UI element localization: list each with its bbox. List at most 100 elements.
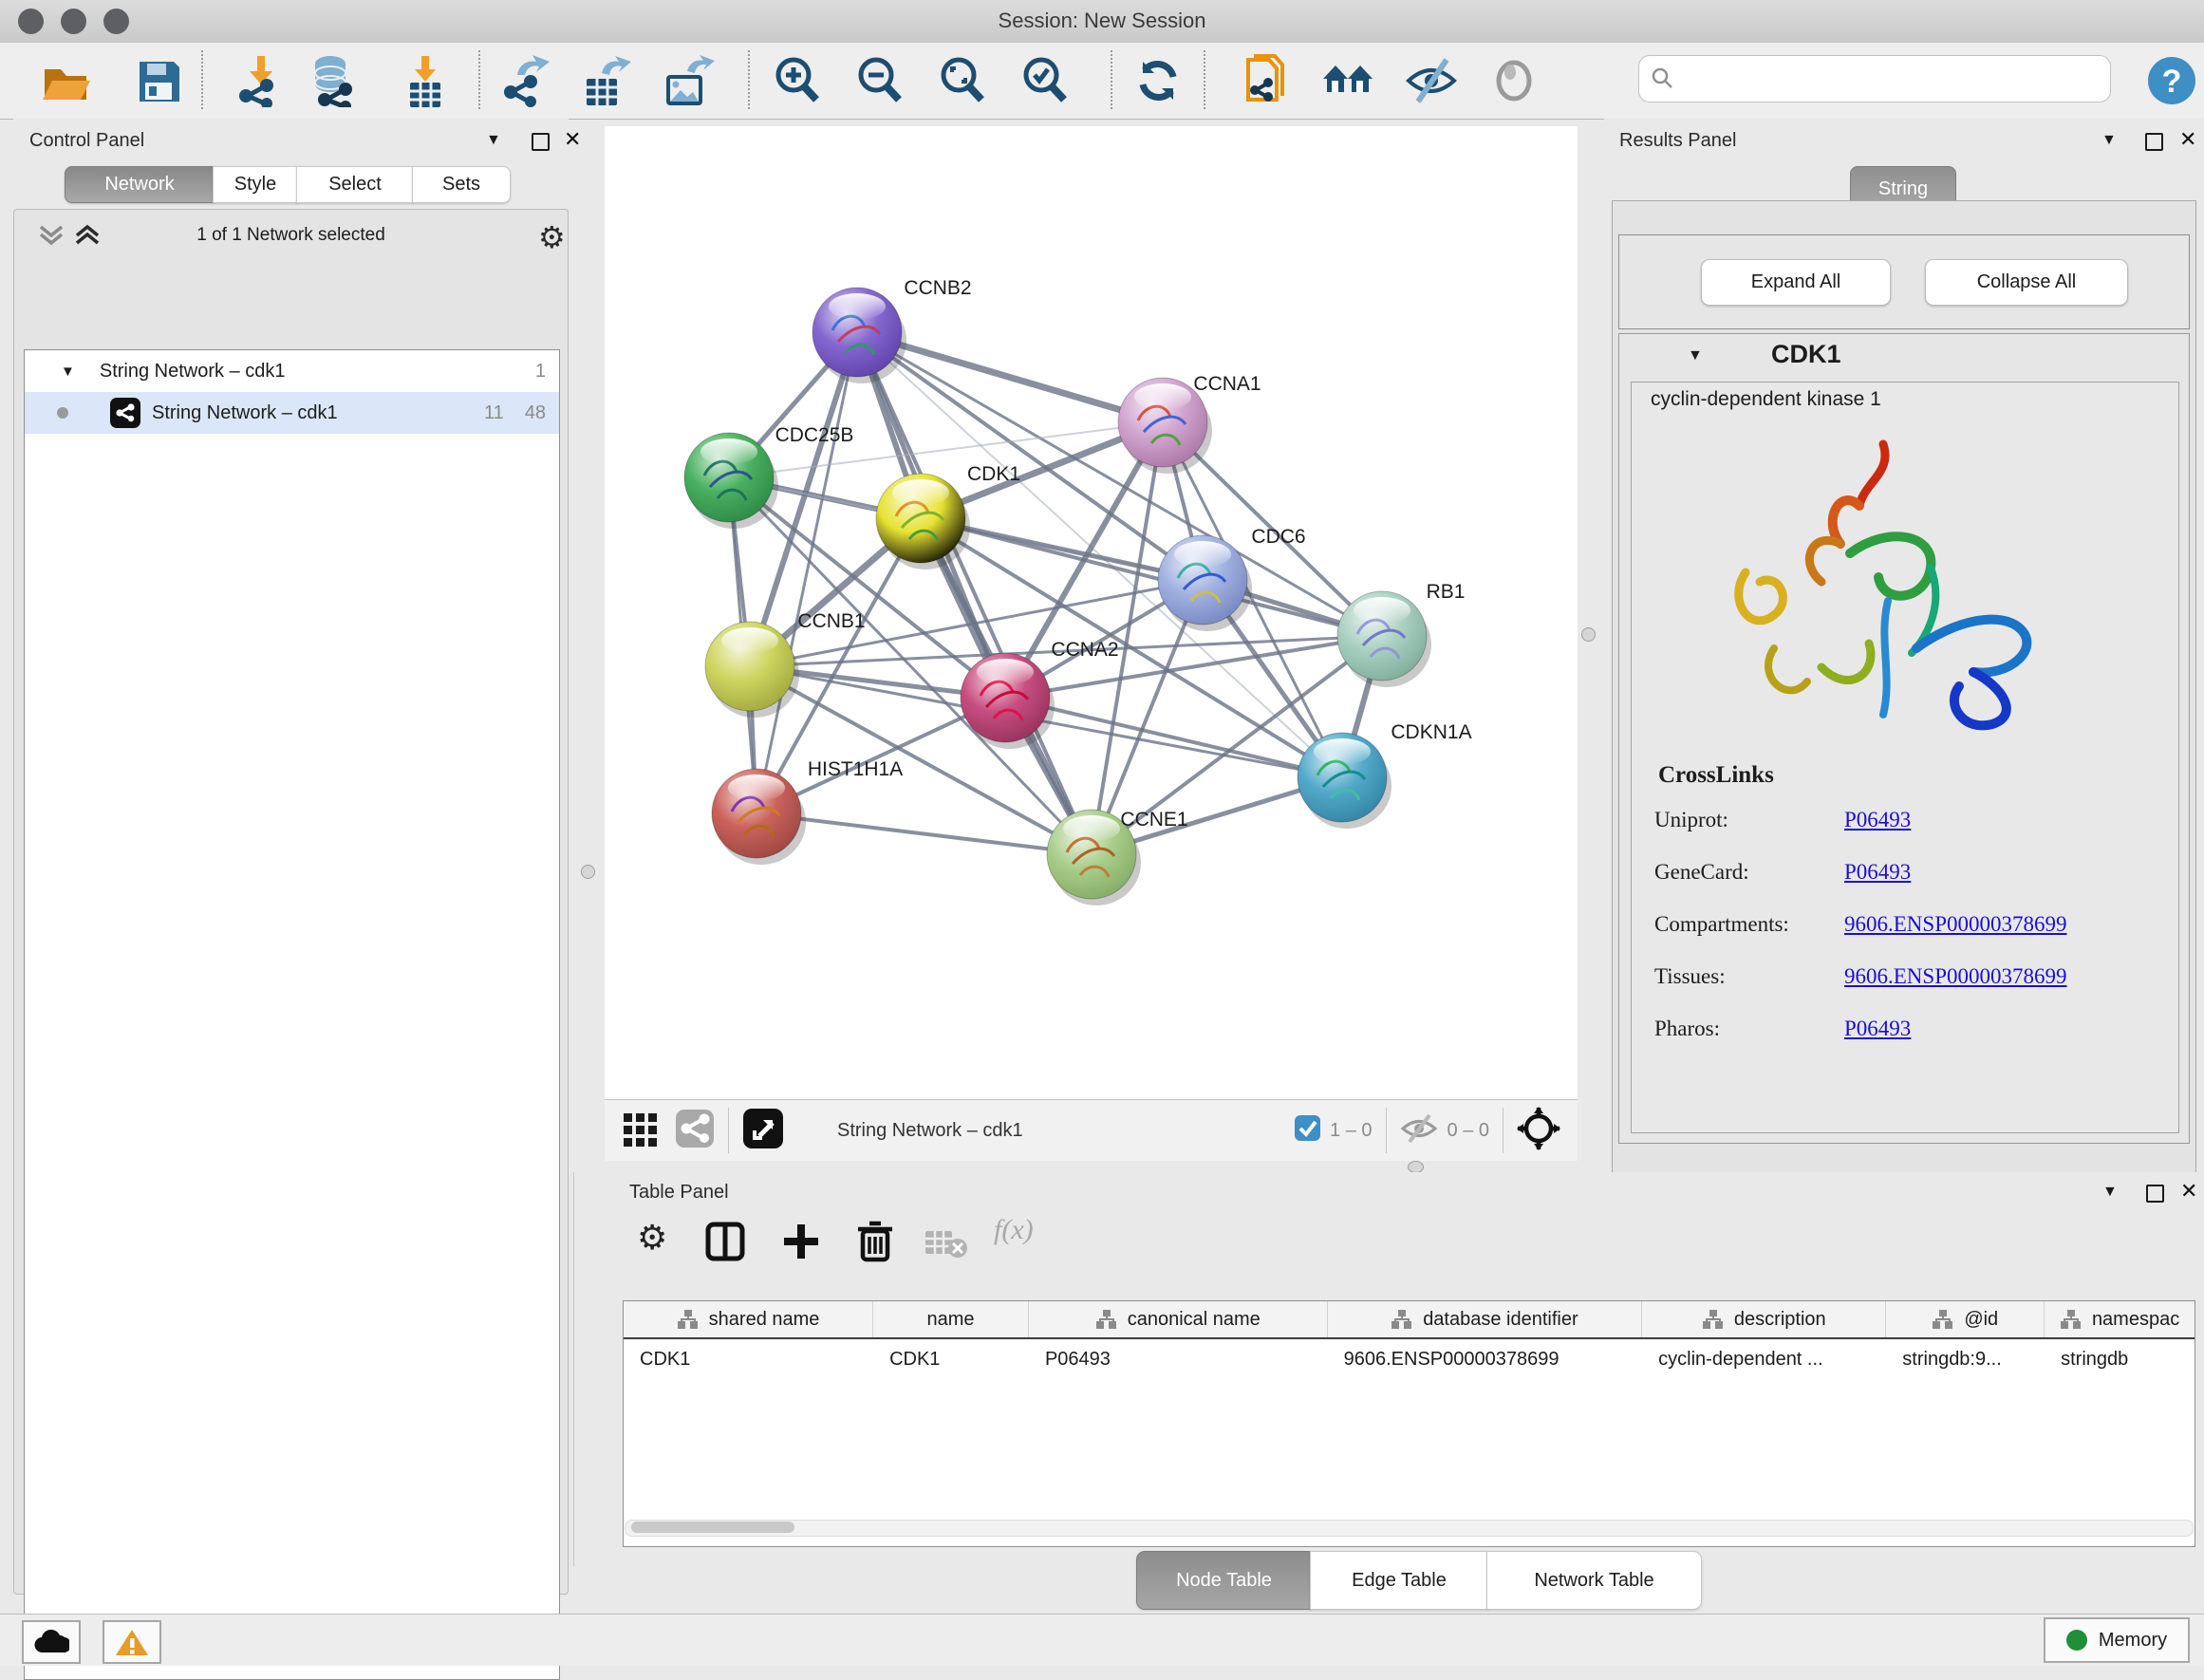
crosslink-value-link[interactable]: 9606.ENSP00000378699 — [1844, 964, 2067, 989]
memory-label: Memory — [2099, 1630, 2167, 1652]
search-icon — [1651, 66, 1675, 91]
toolbar-separator — [478, 50, 480, 109]
selected-checkbox-icon[interactable] — [1295, 1115, 1320, 1146]
column-header[interactable]: namespac — [2045, 1301, 2195, 1337]
network-canvas[interactable]: CCNB2CCNA1CDC25BCDK1CDC6RB1CCNB1CCNA2CDK… — [605, 126, 1578, 1099]
gene-description: cyclin-dependent kinase 1 — [1651, 388, 1881, 411]
column-header[interactable]: @id — [1886, 1301, 2045, 1337]
node-label: CDKN1A — [1391, 721, 1471, 743]
tab-style[interactable]: Style — [213, 166, 298, 203]
fit-selected-crosshair-icon[interactable] — [1517, 1107, 1560, 1155]
node-label: CCNE1 — [1120, 809, 1187, 831]
node-table[interactable]: shared name name canonical name database… — [623, 1300, 2195, 1547]
cdk1-detail-box: cyclin-dependent kinase 1 — [1631, 382, 2179, 1133]
open-session-icon[interactable] — [39, 54, 92, 107]
toolbar-separator — [1204, 50, 1205, 109]
table-horizontal-scrollbar[interactable] — [625, 1520, 2194, 1537]
share-document-icon[interactable] — [1241, 54, 1294, 107]
tab-network-table[interactable]: Network Table — [1486, 1551, 1702, 1610]
function-builder-icon-disabled: f(x) — [994, 1214, 1034, 1246]
hidden-eye-slash-icon[interactable] — [1400, 1112, 1438, 1149]
table-panel-float-icon[interactable] — [2146, 1185, 2164, 1203]
search-input[interactable] — [1638, 55, 2111, 103]
crosslink-value-link[interactable]: P06493 — [1844, 1017, 1911, 1041]
column-header[interactable]: description — [1642, 1301, 1886, 1337]
crosslink-label: Compartments: — [1654, 912, 1789, 936]
node-label: CDC25B — [775, 424, 854, 446]
control-panel-close-icon[interactable]: ✕ — [564, 133, 581, 146]
import-network-from-database-icon[interactable] — [306, 54, 359, 107]
control-panel-float-icon[interactable] — [532, 133, 550, 151]
string-home-icon[interactable] — [1321, 54, 1374, 107]
network-row[interactable]: String Network – cdk1 11 48 — [25, 392, 559, 434]
tab-node-table[interactable]: Node Table — [1136, 1551, 1312, 1610]
tab-select[interactable]: Select — [296, 166, 414, 203]
table-panel-collapse-icon[interactable]: ▼ — [2102, 1184, 2118, 1201]
table-row[interactable]: CDK1 CDK1 P06493 9606.ENSP00000378699 cy… — [624, 1339, 2195, 1379]
memory-button[interactable]: Memory — [2044, 1617, 2190, 1663]
toolbar-separator — [201, 50, 203, 109]
tab-network[interactable]: Network — [65, 166, 215, 203]
import-network-from-file-icon[interactable] — [234, 54, 288, 107]
collection-caret-icon[interactable]: ▼ — [61, 364, 75, 380]
node-label: HIST1H1A — [808, 758, 903, 780]
crosslink-label: Uniprot: — [1654, 808, 1728, 831]
birdseye-grid-icon[interactable] — [622, 1110, 660, 1152]
network-share-icon-disabled[interactable] — [675, 1109, 715, 1153]
selected-node-edge-counts: 1 – 0 — [1330, 1120, 1372, 1142]
tab-sets[interactable]: Sets — [412, 166, 511, 203]
tab-edge-table[interactable]: Edge Table — [1310, 1551, 1488, 1610]
zoom-in-icon[interactable] — [771, 54, 824, 107]
cloud-button[interactable] — [22, 1620, 81, 1664]
render-detail-icon[interactable] — [1487, 54, 1541, 107]
import-table-icon[interactable] — [399, 54, 452, 107]
node-label: RB1 — [1427, 581, 1466, 603]
hide-unhide-icon[interactable] — [1405, 54, 1458, 107]
table-panel-close-icon[interactable]: ✕ — [2180, 1185, 2197, 1198]
expand-all-button[interactable]: Expand All — [1701, 259, 1891, 306]
cloud-icon — [33, 1630, 69, 1654]
collapse-all-button[interactable]: Collapse All — [1925, 259, 2128, 306]
column-header[interactable]: shared name — [624, 1301, 873, 1337]
right-splitter-handle[interactable] — [1581, 627, 1596, 642]
network-options-gear-icon[interactable]: ⚙ — [538, 219, 566, 255]
create-column-plus-icon[interactable] — [781, 1222, 821, 1266]
left-splitter-handle[interactable] — [581, 865, 595, 879]
export-image-icon[interactable] — [663, 54, 716, 107]
crosslink-value-link[interactable]: P06493 — [1844, 860, 1911, 885]
memory-status-dot — [2066, 1630, 2087, 1651]
crosslink-value-link[interactable]: 9606.ENSP00000378699 — [1844, 912, 2067, 937]
delete-column-trash-icon[interactable] — [855, 1220, 895, 1268]
results-panel-collapse-icon[interactable]: ▼ — [2101, 132, 2117, 149]
network-collection-row[interactable]: ▼ String Network – cdk1 1 — [25, 350, 559, 392]
table-settings-gear-icon[interactable]: ⚙ — [637, 1218, 667, 1258]
scrollbar-thumb[interactable] — [631, 1521, 794, 1533]
viewbar-separator — [728, 1108, 729, 1153]
add-column-icon[interactable] — [705, 1222, 745, 1266]
zoom-out-icon[interactable] — [853, 54, 906, 107]
current-network-dot-icon — [57, 407, 68, 419]
collection-count: 1 — [535, 361, 546, 383]
network-node-count: 11 — [484, 402, 504, 424]
refresh-icon[interactable] — [1131, 54, 1185, 107]
collection-label: String Network – cdk1 — [100, 361, 286, 383]
column-header[interactable]: database identifier — [1328, 1301, 1643, 1337]
string-results-box: Expand All Collapse All ▼ CDK1 cyclin-de… — [1612, 200, 2196, 1300]
zoom-fit-icon[interactable] — [936, 54, 989, 107]
string-network-graph[interactable]: CCNB2CCNA1CDC25BCDK1CDC6RB1CCNB1CCNA2CDK… — [605, 126, 1578, 1099]
help-button[interactable]: ? — [2147, 56, 2196, 110]
column-header[interactable]: name — [873, 1301, 1029, 1337]
warnings-button[interactable] — [103, 1620, 161, 1664]
zoom-selected-icon[interactable] — [1018, 54, 1072, 107]
cdk1-collapse-caret-icon[interactable]: ▼ — [1688, 347, 1703, 364]
delete-table-icon-disabled — [924, 1227, 969, 1264]
control-panel-collapse-icon[interactable]: ▼ — [486, 132, 501, 149]
open-in-window-icon[interactable] — [742, 1108, 784, 1154]
crosslink-value-link[interactable]: P06493 — [1844, 808, 1911, 832]
export-table-icon[interactable] — [579, 54, 632, 107]
results-panel-close-icon[interactable]: ✕ — [2179, 133, 2196, 146]
save-session-icon[interactable] — [132, 54, 185, 107]
column-header[interactable]: canonical name — [1029, 1301, 1328, 1337]
results-panel-float-icon[interactable] — [2145, 133, 2163, 151]
export-network-icon[interactable] — [500, 54, 553, 107]
